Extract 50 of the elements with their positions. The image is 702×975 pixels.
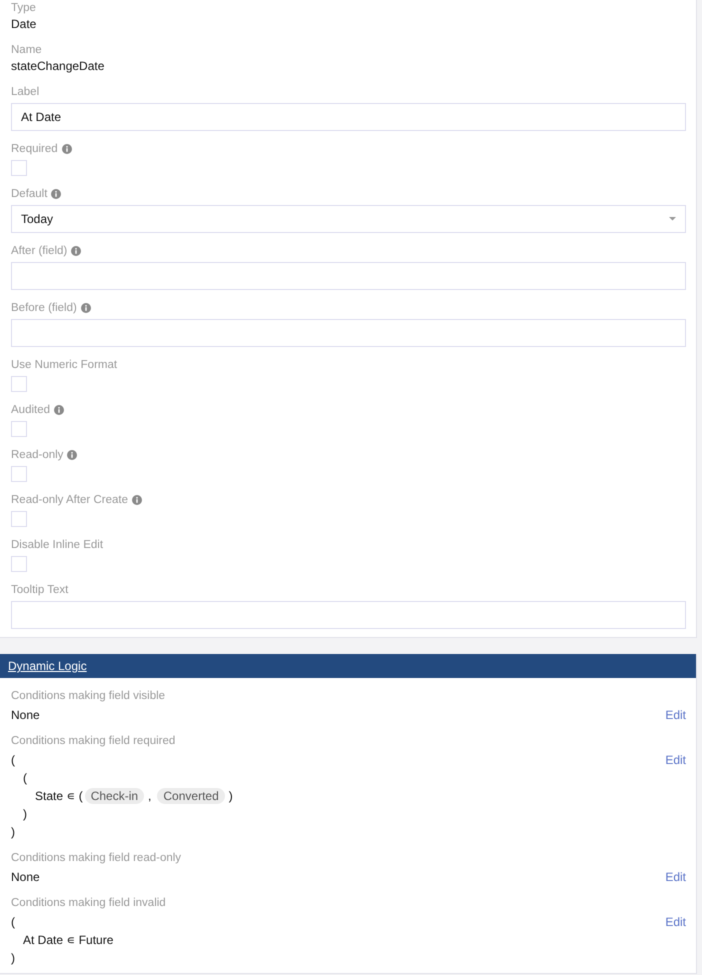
field-label: Read-only After Create	[11, 494, 128, 506]
condition-label: Conditions making field required	[11, 734, 176, 749]
condition-text: (	[11, 914, 15, 931]
checkbox[interactable]	[11, 556, 27, 572]
edit-link[interactable]: Edit	[665, 751, 686, 769]
input-field[interactable]	[11, 262, 686, 290]
condition-text: )	[228, 788, 233, 805]
condition-text: State ∊ (	[35, 788, 83, 805]
field-label: Type	[11, 2, 36, 14]
condition-text: None	[11, 869, 40, 886]
field-label: Required	[11, 143, 58, 155]
edit-link[interactable]: Edit	[665, 913, 686, 931]
edit-link[interactable]: Edit	[665, 706, 686, 724]
condition-label: Conditions making field read-only	[11, 851, 182, 866]
condition-text: None	[11, 707, 40, 724]
field-value: stateChangeDate	[11, 58, 106, 74]
section-title[interactable]: Dynamic Logic	[8, 659, 87, 673]
value-tag: Converted	[157, 788, 225, 804]
value-tag: Check-in	[84, 788, 144, 804]
field-label: Use Numeric Format	[11, 359, 118, 371]
field-label: Name	[11, 44, 42, 56]
field-value: Date	[11, 16, 38, 32]
checkbox[interactable]	[11, 376, 27, 392]
field-label: Read-only	[11, 449, 64, 461]
caret-icon	[669, 217, 676, 221]
checkbox[interactable]	[11, 466, 27, 482]
field-label: Audited	[11, 404, 50, 416]
condition-text: (	[23, 770, 27, 787]
default-select[interactable]: Today	[11, 205, 686, 233]
checkbox[interactable]	[11, 421, 27, 437]
condition-text: )	[11, 824, 15, 841]
field-label: Disable Inline Edit	[11, 539, 104, 551]
condition-text: (	[11, 752, 15, 769]
field-label: After (field)	[11, 245, 68, 257]
input-field[interactable]: At Date	[11, 103, 686, 131]
condition-text: )	[11, 950, 15, 967]
field-label: Default	[11, 188, 48, 200]
field-label: Before (field)	[11, 302, 77, 314]
separator-text: ,	[148, 788, 152, 805]
checkbox[interactable]	[11, 511, 27, 527]
condition-label: Conditions making field visible	[11, 689, 166, 704]
edit-link[interactable]: Edit	[665, 868, 686, 886]
condition-label: Conditions making field invalid	[11, 896, 167, 911]
input-field[interactable]	[11, 601, 686, 629]
field-label: Label	[11, 86, 40, 98]
condition-text: At Date ∊ Future	[23, 932, 114, 949]
checkbox[interactable]	[11, 160, 27, 176]
input-field[interactable]	[11, 319, 686, 347]
field-label: Tooltip Text	[11, 584, 68, 596]
condition-text: )	[23, 806, 27, 823]
